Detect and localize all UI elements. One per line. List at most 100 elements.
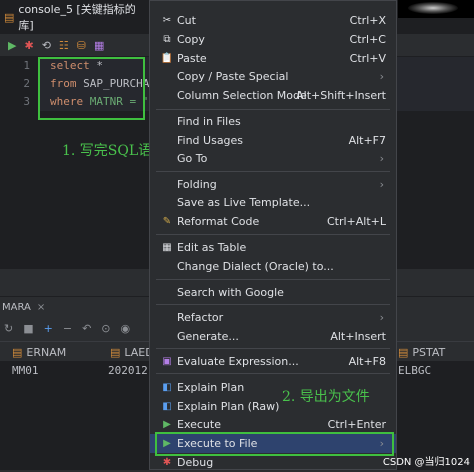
menu-item-copy-paste-special[interactable]: Copy / Paste Special › — [150, 67, 396, 86]
line-gutter: 1 2 3 — [0, 57, 40, 269]
menu-item-find-in-files[interactable]: Find in Files — [150, 112, 396, 131]
column-header[interactable]: ▤ LAED — [110, 342, 150, 362]
menu-separator — [156, 171, 390, 172]
plan-icon: ◧ — [162, 401, 172, 412]
menu-item-label: Explain Plan (Raw) — [177, 400, 280, 413]
line-number: 2 — [23, 77, 30, 90]
menu-item-label: Copy / Paste Special — [177, 70, 289, 83]
table-cell[interactable]: 2020123 — [108, 361, 148, 379]
watermark: CSDN @当归1024 — [382, 457, 470, 468]
menu-item-label: Find Usages — [177, 134, 244, 147]
database-icon[interactable]: ⛁ — [77, 39, 86, 52]
column-header-label: ERNAM — [26, 345, 67, 359]
stop-icon[interactable]: ■ — [23, 322, 33, 335]
menu-item-label: Refactor — [177, 311, 224, 324]
menu-item-label: Change Dialect (Oracle) to... — [177, 260, 334, 273]
decorative-image — [398, 0, 474, 18]
play-icon: ▶ — [163, 419, 171, 430]
menu-item-shortcut: Ctrl+C — [349, 33, 386, 46]
menu-item-label: Paste — [177, 52, 207, 65]
export-annotation-box — [155, 432, 394, 456]
menu-item-paste[interactable]: 📋 Paste Ctrl+V — [150, 49, 396, 68]
menu-item-shortcut: Ctrl+Alt+L — [326, 215, 386, 228]
menu-separator — [156, 279, 390, 280]
revert-icon[interactable]: ↶ — [82, 322, 91, 335]
debug-icon[interactable]: ✱ — [24, 39, 33, 52]
menu-item-column-selection-mode[interactable]: Column Selection Mode Alt+Shift+Insert — [150, 86, 396, 105]
scissors-icon: ✂ — [162, 15, 172, 26]
menu-item-label: Reformat Code — [177, 215, 260, 228]
chevron-right-icon: › — [379, 311, 384, 324]
table-cell[interactable]: ELBGC — [398, 361, 474, 379]
menu-item-shortcut: Ctrl+Enter — [327, 418, 386, 431]
column-header[interactable]: ▤ ERNAM — [12, 342, 102, 362]
history-icon[interactable]: ⟲ — [42, 39, 51, 52]
menu-item-cut[interactable]: ✂ Cut Ctrl+X — [150, 11, 396, 30]
chevron-right-icon: › — [379, 178, 384, 191]
menu-item-label: Copy — [177, 33, 205, 46]
menu-item-shortcut: Alt+F8 — [348, 355, 386, 368]
table-icon[interactable]: ▦ — [94, 39, 104, 52]
menu-item-evaluate-expression[interactable]: ▣ Evaluate Expression... Alt+F8 — [150, 352, 396, 371]
menu-item-label: Execute — [177, 418, 221, 431]
column-icon: ▤ — [12, 345, 23, 359]
menu-item-label: Debug — [177, 456, 214, 469]
calculator-icon: ▣ — [162, 356, 172, 367]
menu-item-edit-as-table[interactable]: ▦ Edit as Table — [150, 238, 396, 257]
table-cell[interactable]: MM01 — [12, 361, 102, 379]
selection-annotation-box — [38, 57, 145, 120]
menu-item-save-live-template[interactable]: Save as Live Template... — [150, 193, 396, 212]
line-number: 3 — [23, 95, 30, 108]
chevron-right-icon: › — [379, 152, 384, 165]
console-tab[interactable]: ▤ console_5 [关键指标的库] × — [0, 0, 164, 34]
menu-item-shortcut: Ctrl+V — [349, 52, 386, 65]
menu-item-copy[interactable]: ⧉ Copy Ctrl+C — [150, 30, 396, 49]
menu-item-label: Explain Plan — [177, 381, 245, 394]
column-header-label: LAED — [124, 345, 150, 359]
copy-icon: ⧉ — [163, 34, 171, 45]
menu-separator — [156, 348, 390, 349]
line-number: 1 — [23, 59, 30, 72]
menu-item-folding[interactable]: Folding › — [150, 175, 396, 194]
chevron-right-icon: › — [379, 70, 384, 83]
menu-item-change-dialect[interactable]: Change Dialect (Oracle) to... — [150, 257, 396, 276]
console-tab-label: console_5 [关键指标的库] — [18, 3, 136, 32]
menu-item-label: Edit as Table — [177, 241, 247, 254]
refresh-icon[interactable]: ↻ — [4, 322, 13, 335]
menu-item-label: Column Selection Mode — [177, 89, 307, 102]
menu-item-label: Find in Files — [177, 115, 241, 128]
view-icon[interactable]: ⊙ — [101, 322, 110, 335]
menu-item-label: Cut — [177, 14, 196, 27]
menu-item-shortcut: Alt+Insert — [330, 330, 386, 343]
menu-item-label: Save as Live Template... — [177, 196, 311, 209]
delete-row-icon[interactable]: − — [63, 322, 72, 335]
console-icon: ▤ — [4, 10, 15, 24]
menu-item-reformat-code[interactable]: ✎ Reformat Code Ctrl+Alt+L — [150, 212, 396, 231]
step2-annotation: 2. 导出为文件 — [282, 389, 370, 405]
plan-icon: ◧ — [162, 382, 172, 393]
menu-item-generate[interactable]: Generate... Alt+Insert — [150, 327, 396, 346]
menu-item-label: Search with Google — [177, 286, 284, 299]
menu-separator — [156, 109, 390, 110]
menu-separator — [156, 234, 390, 235]
close-icon[interactable]: × — [37, 302, 45, 313]
menu-item-label: Evaluate Expression... — [177, 355, 299, 368]
menu-item-refactor[interactable]: Refactor › — [150, 308, 396, 327]
reformat-icon: ✎ — [162, 216, 172, 227]
run-icon[interactable]: ▶ — [8, 39, 16, 52]
menu-item-label: Folding — [177, 178, 217, 191]
menu-item-search-google[interactable]: Search with Google — [150, 283, 396, 302]
menu-item-shortcut: Ctrl+X — [349, 14, 386, 27]
menu-item-shortcut: Alt+F7 — [348, 134, 386, 147]
column-header[interactable]: ▤ PSTAT — [398, 342, 474, 362]
column-icon: ▤ — [398, 345, 409, 359]
results-tab-label[interactable]: MARA — [2, 302, 31, 313]
preview-icon[interactable]: ◉ — [121, 322, 131, 335]
bug-icon: ✱ — [162, 457, 172, 468]
settings-icon[interactable]: ☷ — [59, 39, 69, 52]
menu-item-label: Generate... — [177, 330, 239, 343]
add-row-icon[interactable]: + — [44, 322, 53, 335]
menu-separator — [156, 304, 390, 305]
menu-item-find-usages[interactable]: Find Usages Alt+F7 — [150, 131, 396, 150]
menu-item-go-to[interactable]: Go To › — [150, 149, 396, 168]
